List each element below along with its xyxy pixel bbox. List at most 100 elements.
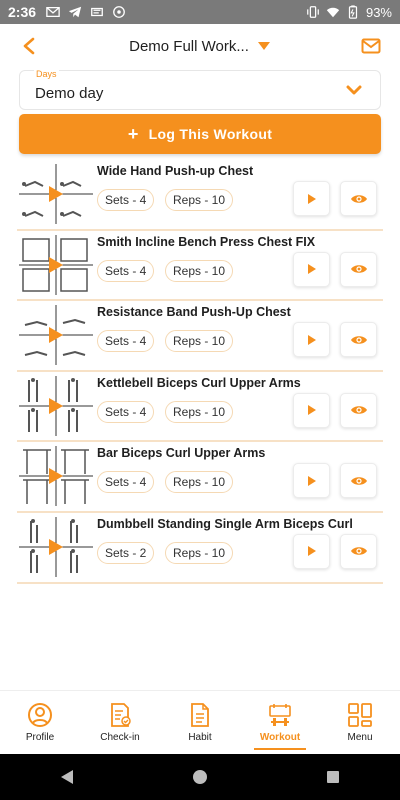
gmail-icon: [46, 6, 60, 18]
log-workout-label: Log This Workout: [148, 126, 273, 142]
circle-home-icon: [192, 770, 207, 784]
view-button[interactable]: [340, 392, 377, 428]
view-button[interactable]: [340, 533, 377, 569]
page-title: Demo Full Work...: [129, 37, 249, 55]
exercise-name: Kettlebell Biceps Curl Upper Arms: [97, 375, 301, 390]
reps-chip: Reps - 10: [165, 471, 234, 494]
mail-icon: [361, 38, 381, 54]
sets-chip: Sets - 4: [97, 330, 155, 353]
exercise-row[interactable]: Kettlebell Biceps Curl Upper Arms Sets -…: [17, 372, 383, 443]
exercise-thumbnail: [19, 446, 93, 507]
status-time: 2:36: [8, 4, 37, 20]
habit-icon: [187, 702, 213, 728]
workout-selector[interactable]: Demo Full Work...: [44, 38, 356, 55]
play-icon: [307, 405, 316, 416]
chevron-down-icon: [346, 85, 362, 95]
play-button[interactable]: [293, 251, 330, 287]
eye-icon: [350, 265, 367, 273]
exercise-thumbnail: [19, 234, 93, 295]
log-workout-button[interactable]: + Log This Workout: [19, 114, 381, 154]
system-nav-bar: [0, 754, 400, 800]
workout-icon: [267, 702, 293, 728]
nav-label: Habit: [188, 732, 212, 743]
nav-item-menu[interactable]: Menu: [320, 691, 400, 754]
exercise-thumbnail: [19, 375, 93, 436]
system-home-button[interactable]: [180, 757, 220, 797]
nav-item-checkin[interactable]: Check-in: [80, 691, 160, 754]
sets-chip: Sets - 4: [97, 189, 155, 211]
menu-grid-icon: [347, 702, 373, 728]
nav-item-workout[interactable]: Workout: [240, 691, 320, 754]
exercise-row[interactable]: Resistance Band Push-Up Chest Sets - 4 R…: [17, 301, 383, 372]
triangle-back-icon: [60, 770, 73, 784]
exercise-name: Dumbbell Standing Single Arm Biceps Curl: [97, 516, 353, 531]
nav-label: Check-in: [100, 732, 140, 743]
mail-button[interactable]: [356, 31, 386, 61]
app-header: Demo Full Work...: [0, 24, 400, 68]
eye-icon: [350, 194, 367, 203]
bottom-nav: Profile Check-in Habit Workout Menu: [0, 690, 400, 754]
battery-level: 93%: [365, 4, 392, 20]
play-icon: [307, 546, 316, 557]
view-button[interactable]: [340, 463, 377, 499]
status-bar: 2:36 93%: [0, 0, 400, 24]
play-button[interactable]: [293, 463, 330, 499]
nav-label: Workout: [259, 732, 301, 743]
sets-chip: Sets - 2: [97, 541, 155, 564]
exercise-thumbnail: [19, 305, 93, 366]
exercise-name: Bar Biceps Curl Upper Arms: [97, 446, 266, 461]
back-arrow-icon: [23, 37, 35, 55]
notification-icon: [91, 7, 103, 17]
profile-icon: [27, 702, 53, 728]
view-button[interactable]: [340, 181, 377, 216]
battery-icon: [348, 5, 358, 19]
exercise-row[interactable]: Wide Hand Push-up Chest Sets - 4 Reps - …: [17, 160, 383, 231]
exercise-row[interactable]: Dumbbell Standing Single Arm Biceps Curl…: [17, 513, 383, 584]
reps-chip: Reps - 10: [165, 189, 234, 211]
play-icon: [307, 264, 316, 275]
checkin-icon: [107, 702, 133, 728]
sets-chip: Sets - 4: [97, 259, 155, 282]
play-button[interactable]: [293, 322, 330, 358]
play-icon: [307, 475, 316, 486]
plus-icon: +: [127, 124, 139, 144]
caret-down-icon: [257, 42, 270, 50]
exercise-row[interactable]: Smith Incline Bench Press Chest FIX Sets…: [17, 231, 383, 302]
reps-chip: Reps - 10: [165, 259, 234, 282]
vibrate-icon: [307, 6, 319, 18]
days-label: Days: [34, 69, 59, 79]
view-button[interactable]: [340, 322, 377, 358]
system-back-button[interactable]: [47, 757, 87, 797]
exercise-name: Smith Incline Bench Press Chest FIX: [97, 234, 316, 249]
exercise-name: Resistance Band Push-Up Chest: [97, 305, 291, 320]
nav-item-profile[interactable]: Profile: [0, 691, 80, 754]
sets-chip: Sets - 4: [97, 471, 155, 494]
sets-chip: Sets - 4: [97, 400, 155, 423]
eye-icon: [350, 547, 367, 556]
exercise-thumbnail: [19, 516, 93, 577]
play-button[interactable]: [293, 392, 330, 428]
telegram-icon: [68, 6, 82, 18]
eye-icon: [350, 477, 367, 485]
system-recents-button[interactable]: [313, 757, 353, 797]
nav-item-habit[interactable]: Habit: [160, 691, 240, 754]
exercise-thumbnail: [19, 164, 93, 224]
exercise-row[interactable]: Bar Biceps Curl Upper Arms Sets - 4 Reps…: [17, 442, 383, 513]
wifi-icon: [326, 7, 340, 18]
days-select[interactable]: Days Demo day: [19, 69, 381, 110]
back-button[interactable]: [14, 31, 44, 61]
reps-chip: Reps - 10: [165, 400, 234, 423]
view-button[interactable]: [340, 251, 377, 287]
nav-label: Profile: [25, 732, 55, 743]
reps-chip: Reps - 10: [165, 541, 234, 564]
play-button[interactable]: [293, 181, 330, 216]
exercise-name: Wide Hand Push-up Chest: [97, 164, 254, 178]
eye-icon: [350, 335, 367, 344]
days-value: Demo day: [35, 85, 104, 102]
play-button[interactable]: [293, 533, 330, 569]
reps-chip: Reps - 10: [165, 330, 234, 353]
nav-label: Menu: [347, 732, 373, 743]
play-icon: [307, 334, 316, 345]
play-icon: [307, 193, 316, 204]
square-recents-icon: [327, 771, 340, 783]
